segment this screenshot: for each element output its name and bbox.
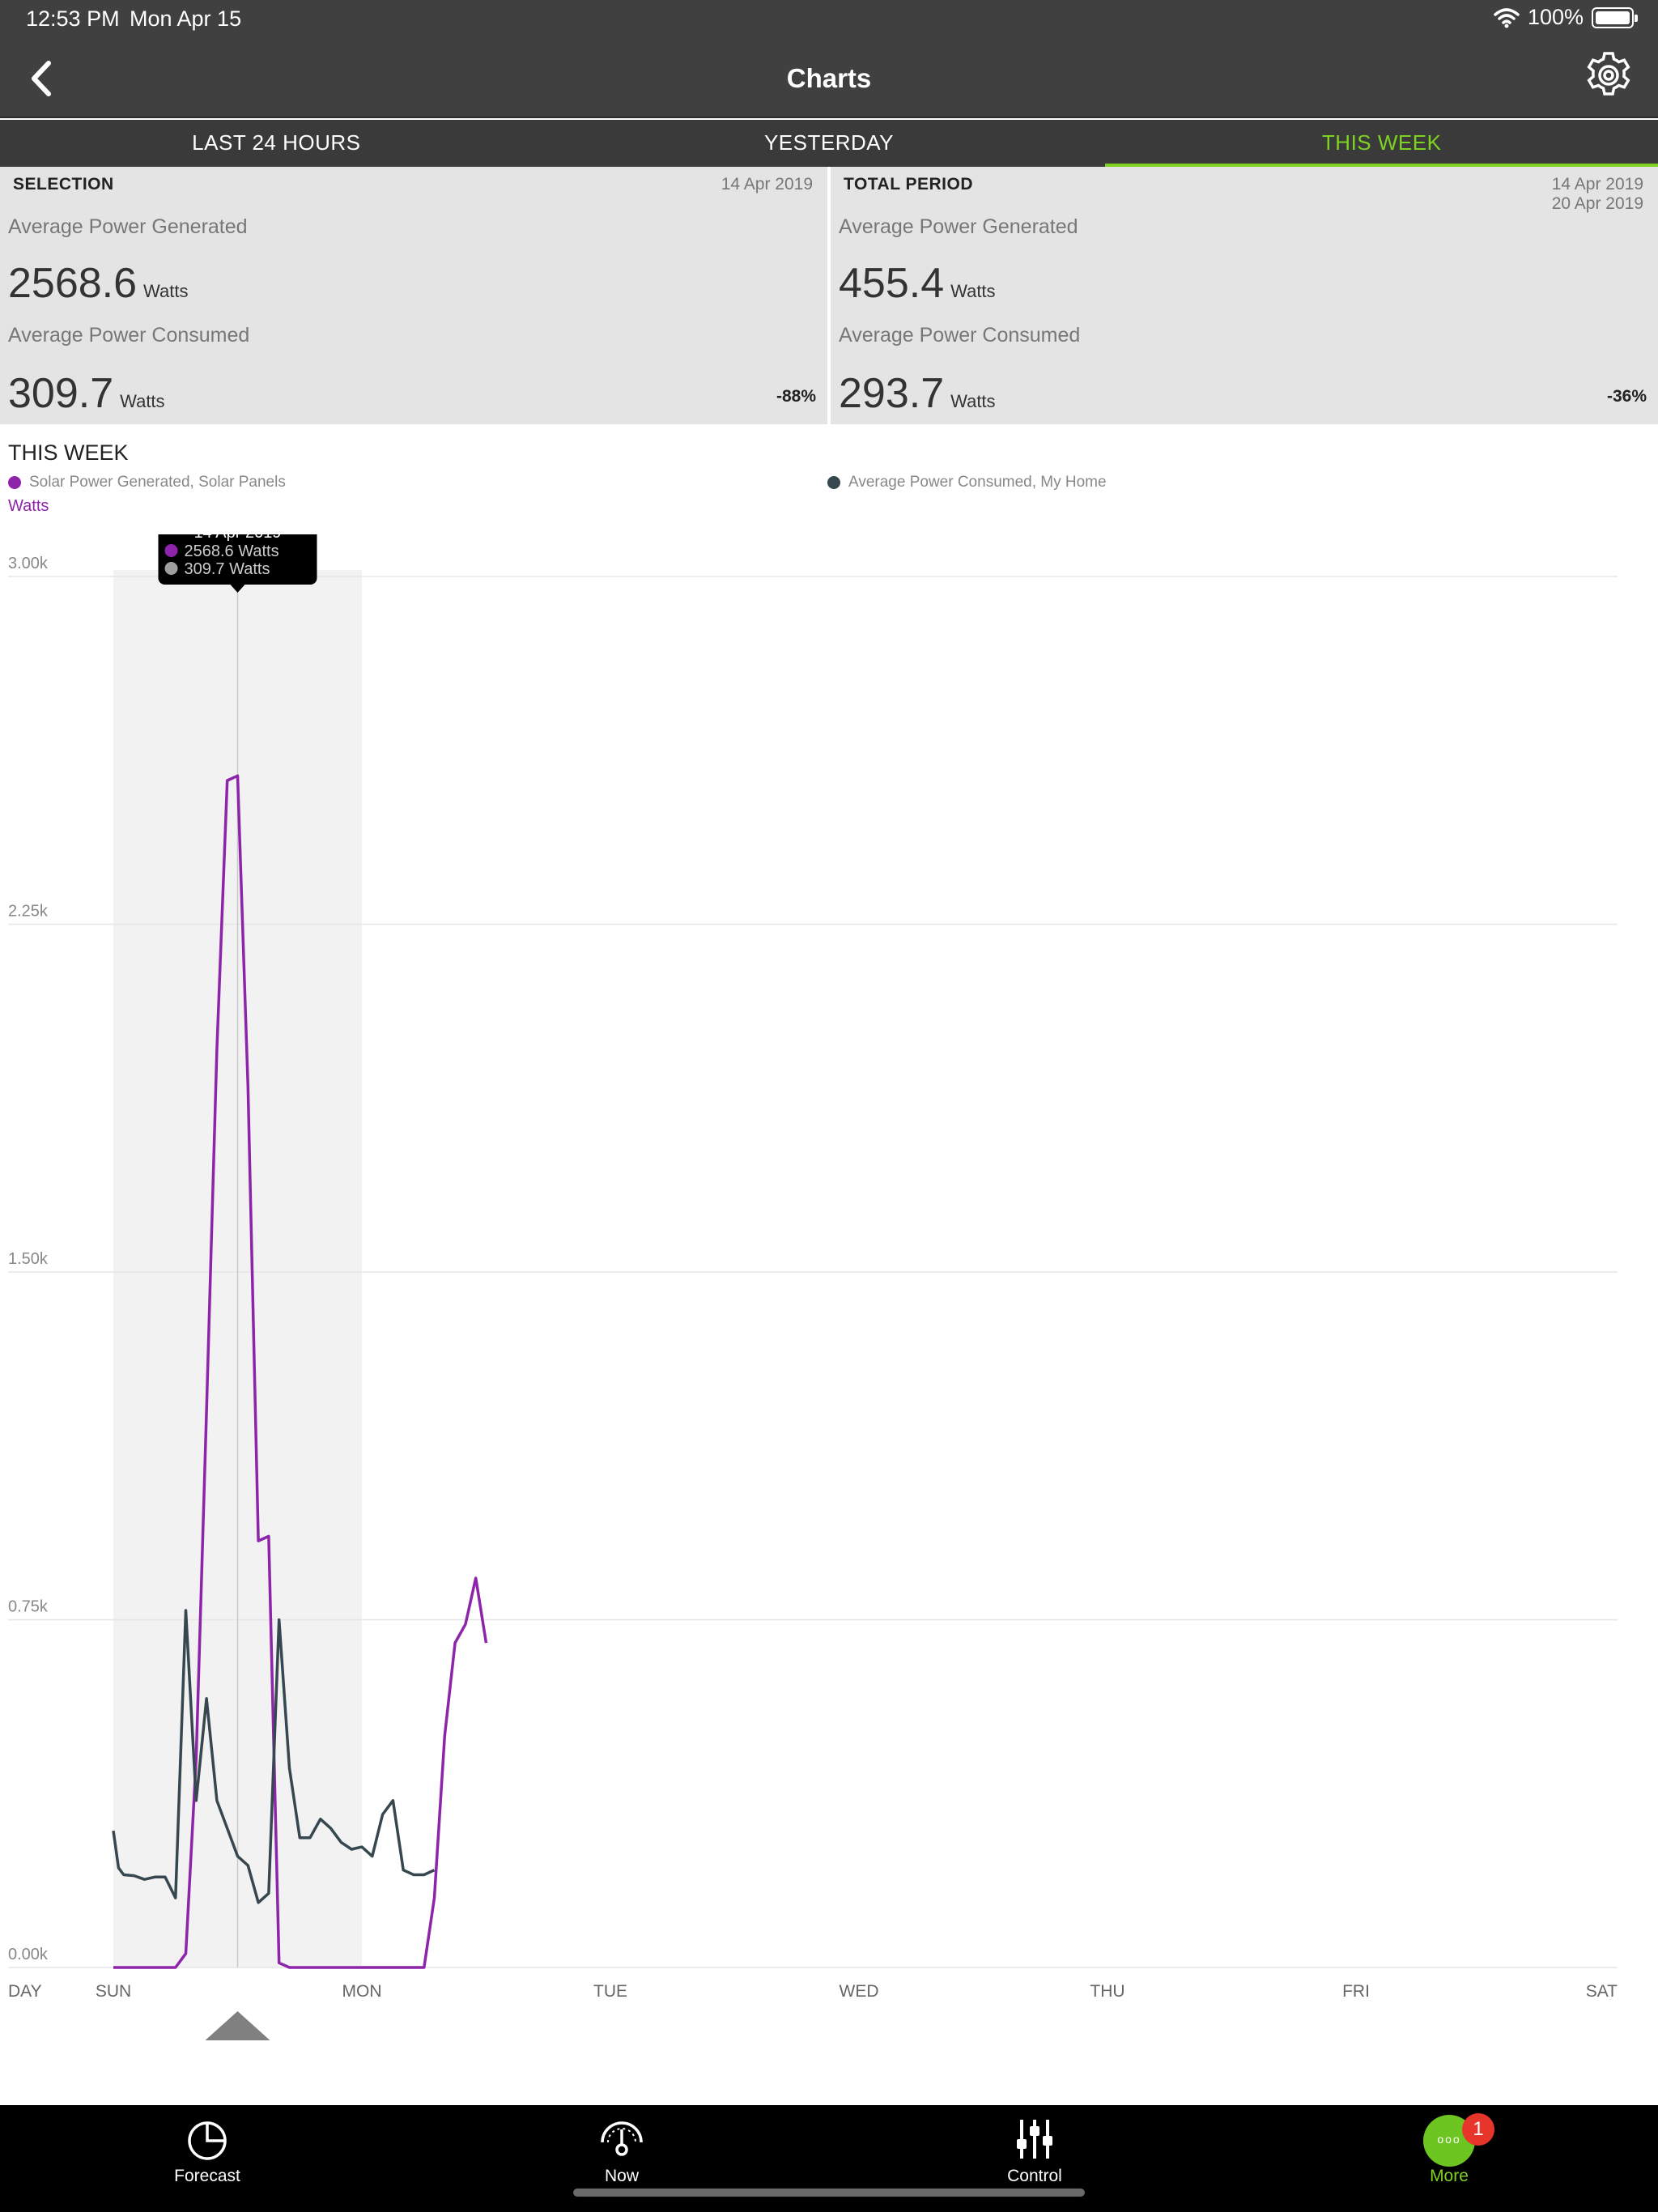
y-axis-unit: Watts [8, 497, 49, 515]
pie-chart-icon [188, 2121, 227, 2160]
legend-generated: Solar Power Generated, Solar Panels [8, 474, 286, 491]
selection-consumed-number: 309.7 [8, 370, 114, 417]
tab-this-week[interactable]: THIS WEEK [1105, 120, 1658, 167]
total-period-title: TOTAL PERIOD [844, 175, 974, 194]
selection-generated-label: Average Power Generated [8, 215, 248, 238]
tab-now-label: Now [604, 2167, 639, 2185]
tooltip-date: 14 Apr 2019 [194, 534, 282, 542]
selection-consumed-label: Average Power Consumed [8, 324, 250, 347]
selection-consumed-unit: Watts [120, 391, 165, 411]
total-generated-number: 455.4 [839, 260, 945, 307]
wifi-icon [1494, 7, 1520, 28]
period-tabs: LAST 24 HOURS YESTERDAY THIS WEEK [0, 120, 1658, 167]
gear-icon [1587, 52, 1630, 96]
total-period-start-date: 14 Apr 2019 [1551, 175, 1643, 194]
selection-date: 14 Apr 2019 [721, 175, 813, 194]
total-generated-value: 455.4 Watts [839, 259, 996, 308]
total-change-percent: -36% [1606, 387, 1647, 406]
y-tick-label: 2.25k [8, 903, 49, 921]
legend-generated-swatch [8, 476, 21, 489]
y-tick-label: 0.75k [8, 1598, 49, 1616]
tab-forecast[interactable]: Forecast [126, 2105, 288, 2212]
tab-more[interactable]: ooo 1 More [1368, 2105, 1530, 2212]
tab-yesterday[interactable]: YESTERDAY [553, 120, 1106, 167]
tab-last-24-hours[interactable]: LAST 24 HOURS [0, 120, 553, 167]
legend-consumed-swatch [827, 476, 840, 489]
legend-generated-label: Solar Power Generated, Solar Panels [29, 474, 286, 491]
tooltip-consumed: 309.7 Watts [185, 560, 270, 578]
x-tick-label: MON [342, 1982, 382, 2001]
y-tick-label: 1.50k [8, 1250, 49, 1268]
selection-generated-unit: Watts [143, 281, 189, 301]
notification-badge: 1 [1462, 2113, 1494, 2146]
status-time: 12:53 PM [26, 6, 120, 31]
tooltip-generated: 2568.6 Watts [185, 542, 279, 560]
total-period-panel: TOTAL PERIOD 14 Apr 2019 20 Apr 2019 Ave… [831, 167, 1658, 424]
legend-consumed-label: Average Power Consumed, My Home [848, 474, 1107, 491]
status-date: Mon Apr 15 [130, 6, 242, 31]
total-period-end-date: 20 Apr 2019 [1551, 194, 1643, 213]
selection-panel: SELECTION 14 Apr 2019 Average Power Gene… [0, 167, 827, 424]
sliders-icon [1017, 2120, 1052, 2159]
tooltip-consumed-dot [164, 562, 178, 575]
selection-consumed-value: 309.7 Watts [8, 369, 165, 418]
x-tick-label: FRI [1342, 1982, 1370, 2001]
selection-title: SELECTION [13, 175, 114, 194]
chart-title: THIS WEEK [8, 440, 129, 465]
y-tick-label: 3.00k [8, 555, 49, 572]
x-tick-label: THU [1090, 1982, 1124, 2001]
legend-consumed: Average Power Consumed, My Home [827, 474, 1107, 491]
tab-more-label: More [1430, 2167, 1469, 2185]
y-tick-label: 0.00k [8, 1946, 49, 1963]
total-generated-label: Average Power Generated [839, 215, 1078, 238]
total-consumed-number: 293.7 [839, 370, 945, 417]
total-consumed-label: Average Power Consumed [839, 324, 1081, 347]
selection-generated-value: 2568.6 Watts [8, 259, 188, 308]
status-indicators: 100% [1494, 5, 1638, 30]
x-tick-label: SUN [96, 1982, 131, 2001]
x-tick-label: TUE [593, 1982, 627, 2001]
home-indicator [573, 2189, 1085, 2197]
x-tick-label: DAY [8, 1982, 42, 2001]
total-consumed-unit: Watts [950, 391, 996, 411]
total-consumed-value: 293.7 Watts [839, 369, 996, 418]
page-title: Charts [786, 63, 872, 93]
tab-control-label: Control [1007, 2167, 1062, 2185]
total-generated-unit: Watts [950, 281, 996, 301]
x-tick-label: SAT [1586, 1982, 1618, 2001]
power-line-chart[interactable]: 3.00k 2.25k 1.50k 0.75k 0.00k DAY SUN MON TUE WED… [0, 534, 1658, 2057]
battery-percent: 100% [1527, 5, 1584, 29]
tooltip-generated-dot [164, 544, 178, 557]
summary-panels: SELECTION 14 Apr 2019 Average Power Gene… [0, 167, 1658, 424]
selection-handle-icon[interactable] [205, 2011, 270, 2040]
navigation-bar: 12:53 PM Mon Apr 15 100% Charts [0, 0, 1658, 118]
settings-button[interactable] [1584, 50, 1634, 100]
selection-generated-number: 2568.6 [8, 260, 138, 307]
tab-forecast-label: Forecast [174, 2167, 240, 2185]
x-tick-label: WED [840, 1982, 879, 2001]
selection-change-percent: -88% [776, 387, 816, 406]
total-period-dates: 14 Apr 2019 20 Apr 2019 [1552, 175, 1643, 214]
gauge-icon [601, 2121, 643, 2156]
battery-icon [1592, 6, 1638, 28]
